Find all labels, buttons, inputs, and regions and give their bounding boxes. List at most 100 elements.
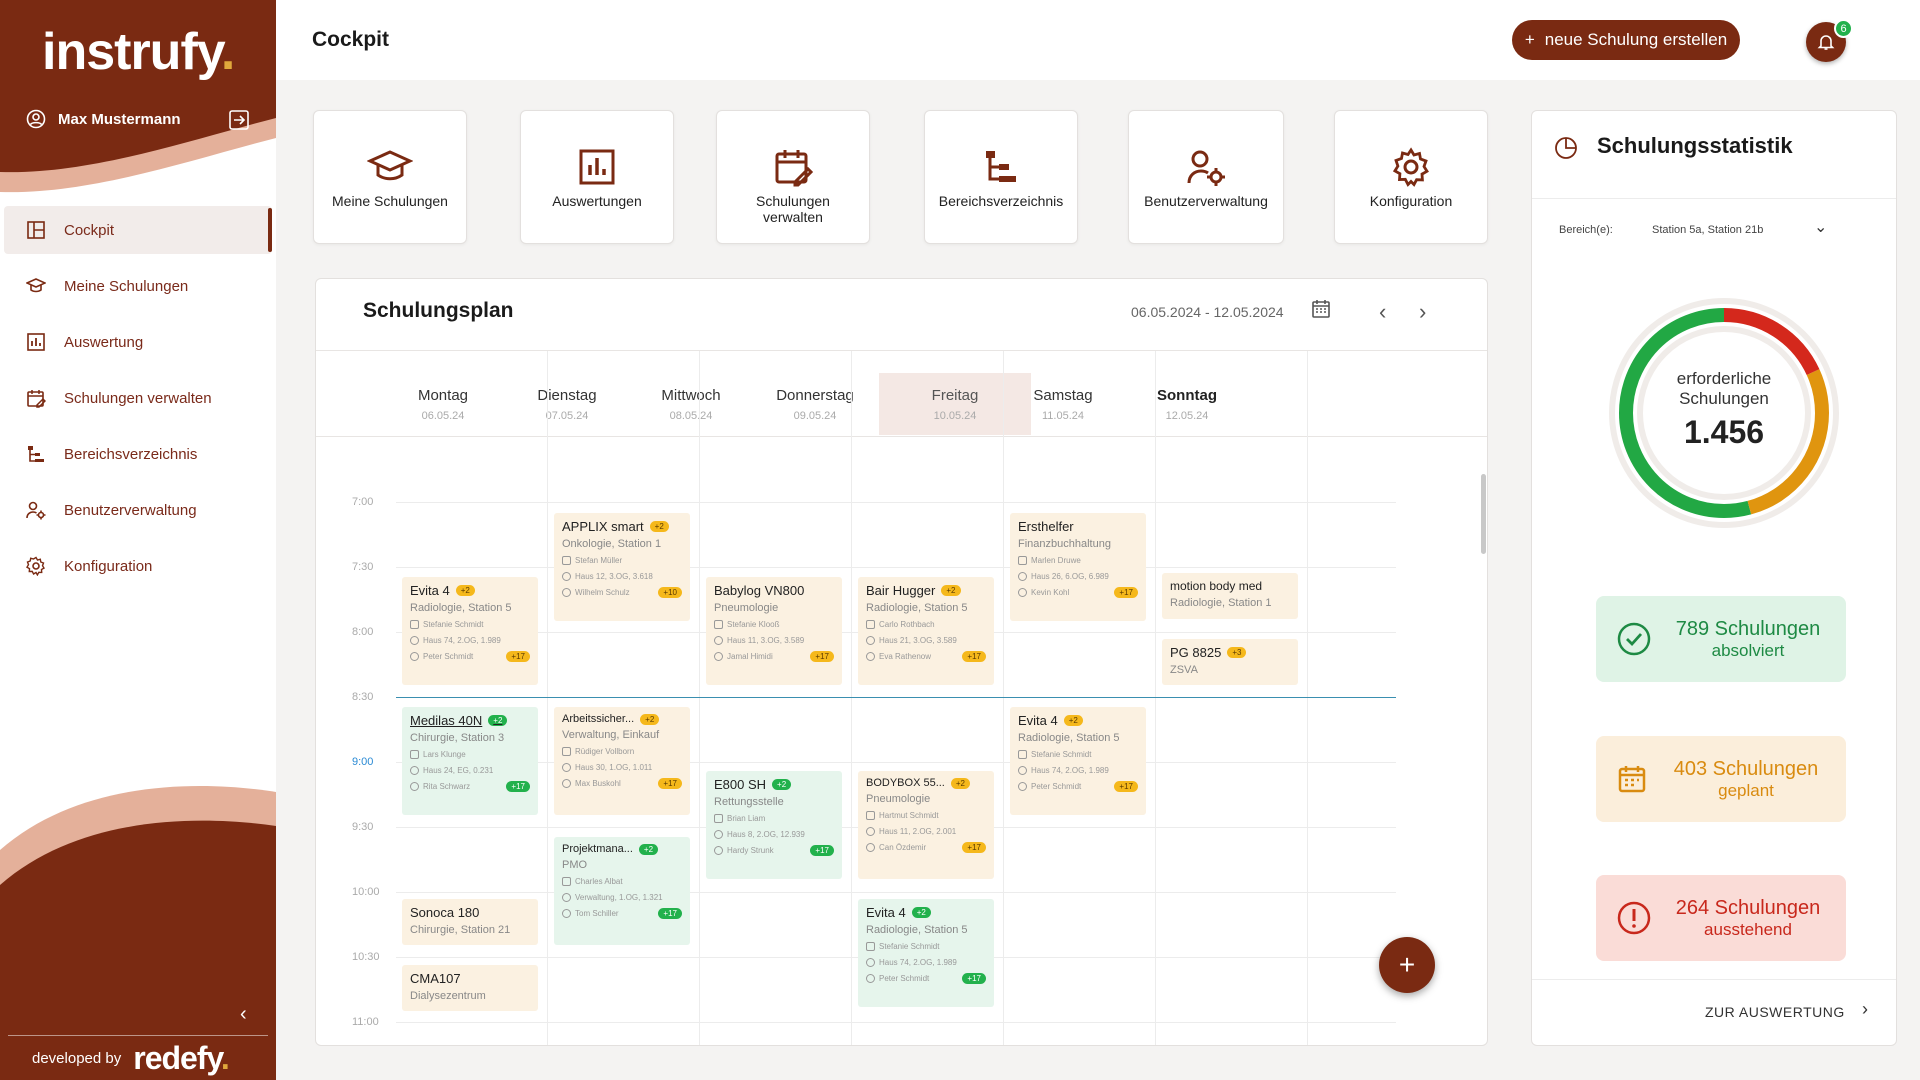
plan-scrollbar[interactable]: [1481, 474, 1486, 554]
event-card[interactable]: Bair Hugger +2 Radiologie, Station 5 Carl…: [858, 577, 994, 685]
sidebar-item-konfiguration[interactable]: Konfiguration: [0, 542, 276, 590]
event-card[interactable]: E800 SH +2 Rettungsstelle Brian Liam Haus…: [706, 771, 842, 879]
sidebar: instrufy. Max Mustermann Cockpit Meine S…: [0, 0, 276, 1080]
person-icon: [866, 843, 875, 852]
sidebar-item-bereichsverzeichnis[interactable]: Bereichsverzeichnis: [0, 430, 276, 478]
location-icon: [562, 572, 571, 581]
training-donut-chart: [1609, 298, 1839, 528]
developer-logo[interactable]: redefy.: [133, 1040, 230, 1077]
stats-title: Schulungsstatistik: [1597, 133, 1793, 158]
day-header-divider: [316, 436, 1487, 437]
plan-header-divider: [316, 350, 1487, 351]
person-icon: [866, 652, 875, 661]
notification-count-badge: 6: [1834, 19, 1853, 38]
location-icon: [562, 893, 571, 902]
event-card[interactable]: CMA107 Dialysezentrum: [402, 965, 538, 1011]
person-icon: [562, 909, 571, 918]
next-week-button[interactable]: ›: [1419, 299, 1426, 325]
tile-auswertungen[interactable]: Auswertungen: [520, 110, 674, 244]
location-icon: [866, 636, 875, 645]
location-icon: [562, 763, 571, 772]
trainer-icon: [562, 556, 571, 565]
day-header[interactable]: Sonntag 12.05.24: [1111, 373, 1263, 435]
plan-date-range[interactable]: 06.05.2024 - 12.05.2024: [1131, 304, 1284, 320]
sidebar-item-benutzerverwaltung[interactable]: Benutzerverwaltung: [0, 486, 276, 534]
person-icon: [1018, 782, 1027, 791]
column-divider: [1155, 351, 1156, 1045]
page-title: Cockpit: [312, 28, 390, 51]
event-card[interactable]: PG 8825 +3 ZSVA: [1162, 639, 1298, 685]
chevron-right-icon[interactable]: ›: [1862, 999, 1868, 1020]
trainer-icon: [1018, 750, 1027, 759]
location-icon: [410, 636, 419, 645]
sidebar-item-meine-schulungen[interactable]: Meine Schulungen: [0, 262, 276, 310]
calendar-icon[interactable]: [1311, 299, 1331, 319]
donut-label: erforderliche Schulungen: [1676, 369, 1772, 408]
event-card[interactable]: Evita 4 +2 Radiologie, Station 5 Stefanie…: [858, 899, 994, 1007]
user-circle-icon: [26, 109, 46, 129]
calendar-icon: [1618, 766, 1646, 793]
sidebar-item-schulungen-verwalten[interactable]: Schulungen verwalten: [0, 374, 276, 422]
sidebar-nav: Cockpit Meine Schulungen Auswertung Schu…: [0, 206, 276, 598]
trainer-icon: [562, 877, 571, 886]
location-icon: [714, 636, 723, 645]
person-icon: [1018, 588, 1027, 597]
tile-bereichsverzeichnis[interactable]: Bereichsverzeichnis: [924, 110, 1078, 244]
trainer-icon: [1018, 556, 1027, 565]
completed-card[interactable]: 789 Schulungen absolviert: [1596, 596, 1846, 682]
event-card[interactable]: Projektmana... +2 PMO Charles Albat Verwa…: [554, 837, 690, 945]
location-icon: [866, 958, 875, 967]
event-card[interactable]: Sonoca 180 Chirurgie, Station 21: [402, 899, 538, 945]
event-card[interactable]: Evita 4 +2 Radiologie, Station 5 Stefanie…: [402, 577, 538, 685]
calendar-edit-icon: [27, 390, 46, 408]
new-training-button[interactable]: + neue Schulung erstellen: [1512, 20, 1740, 60]
column-divider: [699, 351, 700, 1045]
app-logo[interactable]: instrufy.: [42, 22, 235, 82]
user-profile[interactable]: Max Mustermann: [26, 109, 181, 129]
event-card[interactable]: Ersthelfer Finanzbuchhaltung Marlen Druw…: [1010, 513, 1146, 621]
chevron-down-icon[interactable]: ⌄: [1814, 217, 1827, 237]
location-icon: [1018, 766, 1027, 775]
time-gridline: [396, 502, 1396, 503]
to-evaluation-link[interactable]: ZUR AUSWERTUNG: [1705, 1004, 1845, 1020]
event-card[interactable]: Arbeitssicher... +2 Verwaltung, Einkauf R…: [554, 707, 690, 815]
tile-meine-schulungen[interactable]: Meine Schulungen: [313, 110, 467, 244]
location-icon: [714, 830, 723, 839]
add-event-button[interactable]: +: [1379, 937, 1435, 993]
plus-icon: +: [1524, 30, 1535, 49]
current-time-line: [396, 697, 1396, 698]
day-header[interactable]: Donnerstag 09.05.24: [739, 373, 891, 435]
sidebar-item-cockpit[interactable]: Cockpit: [4, 206, 272, 254]
location-icon: [1018, 572, 1027, 581]
event-card[interactable]: motion body med Radiologie, Station 1: [1162, 573, 1298, 619]
gear-icon: [1392, 147, 1429, 187]
column-divider: [1003, 351, 1004, 1045]
time-label: 9:30: [352, 821, 374, 833]
person-icon: [562, 779, 571, 788]
collapse-sidebar-icon[interactable]: ‹: [240, 1003, 247, 1026]
logout-icon[interactable]: [228, 109, 250, 131]
tile-schulungen-verwalten[interactable]: Schulungen verwalten: [716, 110, 870, 244]
area-filter-label: Bereich(e):: [1559, 224, 1613, 236]
time-label: 10:30: [352, 951, 380, 963]
graduation-cap-icon: [26, 278, 46, 293]
tile-konfiguration[interactable]: Konfiguration: [1334, 110, 1488, 244]
area-filter-select[interactable]: Station 5a, Station 21b: [1652, 224, 1763, 236]
event-card[interactable]: Evita 4 +2 Radiologie, Station 5 Stefanie…: [1010, 707, 1146, 815]
event-card[interactable]: Babylog VN800 Pneumologie Stefanie Klooß…: [706, 577, 842, 685]
tile-benutzerverwaltung[interactable]: Benutzerverwaltung: [1128, 110, 1284, 244]
event-card[interactable]: APPLIX smart +2 Onkologie, Station 1 Stef…: [554, 513, 690, 621]
sidebar-item-auswertung[interactable]: Auswertung: [0, 318, 276, 366]
dashboard-icon: [27, 221, 45, 239]
tree-icon: [986, 151, 1016, 182]
time-label: 8:00: [352, 626, 374, 638]
time-gridline: [396, 567, 1396, 568]
planned-card[interactable]: 403 Schulungen geplant: [1596, 736, 1846, 822]
previous-week-button[interactable]: ‹: [1379, 299, 1386, 325]
event-card[interactable]: BODYBOX 55... +2 Pneumologie Hartmut Schm…: [858, 771, 994, 879]
top-header: Cockpit + neue Schulung erstellen 6: [276, 0, 1920, 80]
person-icon: [410, 652, 419, 661]
pending-card[interactable]: 264 Schulungen ausstehend: [1596, 875, 1846, 961]
event-card[interactable]: Medilas 40N +2 Chirurgie, Station 3 Lars …: [402, 707, 538, 815]
bell-icon: [1817, 35, 1835, 50]
